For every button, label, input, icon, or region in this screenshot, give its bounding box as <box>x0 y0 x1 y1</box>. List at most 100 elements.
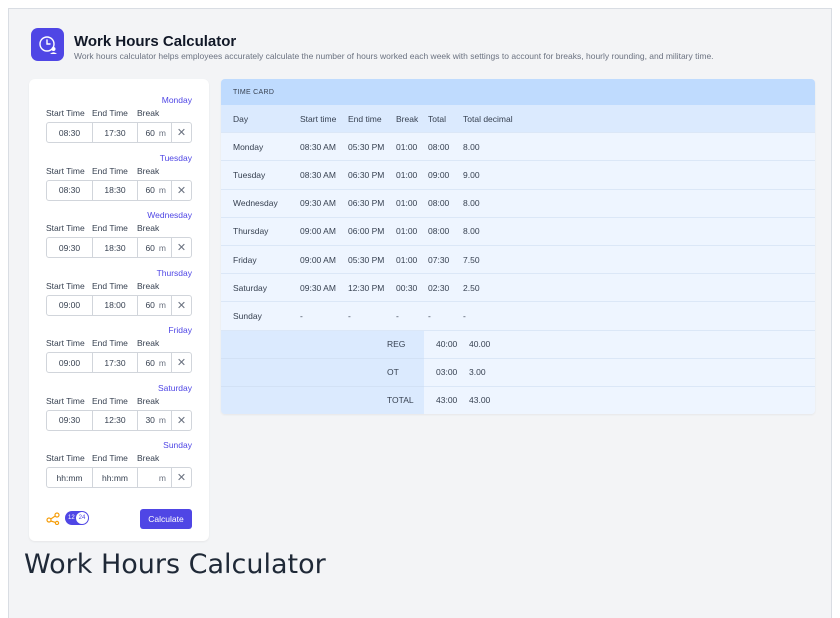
summary-label: TOTAL <box>387 395 414 406</box>
day-entry-thursday: Thursday Start Time End Time Break 09:00… <box>46 268 192 322</box>
app-area: Work Hours Calculator Work hours calcula… <box>9 9 831 549</box>
day-name: Saturday <box>157 382 192 393</box>
end-time-label: End Time <box>92 338 128 348</box>
day-entry-monday: Monday Start Time End Time Break 08:30 1… <box>46 95 192 149</box>
summary-decimal: 40.00 <box>469 339 491 350</box>
summary-label: REG <box>387 339 406 350</box>
end-time-label: End Time <box>92 223 128 233</box>
start-time-label: Start Time <box>46 338 85 348</box>
time-inputs: 09:30 12:30 30 m ✕ <box>46 409 192 431</box>
summary-row-ot: OT 03:00 3.00 <box>221 358 815 387</box>
end-time-label: End Time <box>92 395 128 406</box>
end-time-input[interactable]: hh:mm <box>93 468 138 487</box>
day-entry-tuesday: Tuesday Start Time End Time Break 08:30 … <box>46 153 192 207</box>
end-time-input[interactable]: 17:30 <box>93 123 138 142</box>
summary-decimal: 43.00 <box>469 395 491 406</box>
day-entry-friday: Friday Start Time End Time Break 09:00 1… <box>46 325 192 379</box>
day-name: Wednesday <box>147 210 192 220</box>
clear-icon[interactable]: ✕ <box>172 181 191 200</box>
day-name: Sunday <box>163 440 192 450</box>
break-label: Break <box>137 223 160 233</box>
start-time-label: Start Time <box>46 453 85 463</box>
day-entry-wednesday: Wednesday Start Time End Time Break 09:3… <box>46 210 192 264</box>
app-description: Work hours calculator helps employees ac… <box>74 51 714 61</box>
break-input[interactable]: 60 m <box>138 238 172 257</box>
table-row: Saturday 09:30 AM 12:30 PM 00:30 02:30 2… <box>221 274 815 303</box>
break-label: Break <box>137 108 160 118</box>
end-time-label: End Time <box>92 280 128 291</box>
toggle-12-label: 12 <box>68 515 75 521</box>
summary-decimal: 3.00 <box>469 367 486 378</box>
time-inputs: 09:00 17:30 60 m ✕ <box>46 352 192 373</box>
time-inputs: 09:30 18:30 60 m ✕ <box>46 237 192 258</box>
break-label: Break <box>137 395 160 406</box>
end-time-label: End Time <box>92 108 128 118</box>
table-row: Thursday 09:00 AM 06:00 PM 01:00 08:00 8… <box>221 218 815 246</box>
break-input[interactable]: 30 m <box>138 410 172 430</box>
day-entry-saturday: Saturday Start Time End Time Break 09:30… <box>46 383 192 437</box>
start-time-input[interactable]: 09:00 <box>47 353 93 372</box>
summary-hours: 03:00 <box>436 367 458 378</box>
day-name: Thursday <box>156 267 192 278</box>
start-time-input[interactable]: hh:mm <box>47 468 93 487</box>
end-time-label: End Time <box>92 165 128 176</box>
start-time-input[interactable]: 08:30 <box>47 180 93 200</box>
day-name: Monday <box>161 95 192 105</box>
break-label: Break <box>137 165 160 176</box>
summary-hours: 43:00 <box>436 395 458 406</box>
clear-icon[interactable]: ✕ <box>172 123 191 142</box>
time-inputs: 08:30 17:30 60 m ✕ <box>46 122 192 143</box>
end-time-input[interactable]: 18:00 <box>93 295 138 315</box>
table-row: Tuesday 08:30 AM 06:30 PM 01:00 09:00 9.… <box>221 161 815 190</box>
clear-icon[interactable]: ✕ <box>172 296 191 315</box>
table-row: Monday 08:30 AM 05:30 PM 01:00 08:00 8.0… <box>221 133 815 162</box>
day-name: Tuesday <box>159 152 192 163</box>
break-input[interactable]: 60 m <box>138 123 172 142</box>
app-header: Work Hours Calculator Work hours calcula… <box>31 28 811 68</box>
summary-hours: 40:00 <box>436 339 458 350</box>
break-label: Break <box>137 280 160 291</box>
summary-row-total: TOTAL 43:00 43.00 <box>221 386 815 414</box>
break-input[interactable]: m <box>138 468 172 487</box>
start-time-input[interactable]: 09:30 <box>47 410 93 430</box>
break-input[interactable]: 60 m <box>138 295 172 315</box>
share-icon[interactable] <box>46 511 60 525</box>
start-time-label: Start Time <box>46 280 85 291</box>
start-time-label: Start Time <box>46 165 85 176</box>
break-input[interactable]: 60 m <box>138 353 172 372</box>
toggle-24-label: 24 <box>76 512 88 524</box>
end-time-input[interactable]: 17:30 <box>93 353 138 372</box>
page-frame: Work Hours Calculator Work hours calcula… <box>8 8 832 618</box>
start-time-label: Start Time <box>46 223 85 233</box>
end-time-input[interactable]: 18:30 <box>93 238 138 257</box>
clear-icon[interactable]: ✕ <box>172 353 191 372</box>
table-row: Sunday - - - - - <box>221 302 815 331</box>
clear-icon[interactable]: ✕ <box>172 468 191 487</box>
end-time-input[interactable]: 18:30 <box>93 180 138 200</box>
app-title: Work Hours Calculator <box>74 33 237 50</box>
start-time-label: Start Time <box>46 108 85 118</box>
time-inputs: hh:mm hh:mm m ✕ <box>46 467 192 488</box>
clear-icon[interactable]: ✕ <box>172 411 191 430</box>
clear-icon[interactable]: ✕ <box>172 238 191 257</box>
summary-row-reg: REG 40:00 40.00 <box>221 330 815 359</box>
table-row: Wednesday 09:30 AM 06:30 PM 01:00 08:00 … <box>221 190 815 218</box>
clock-user-icon <box>31 28 64 61</box>
table-header: Day Start time End time Break Total Tota… <box>221 105 815 134</box>
day-name: Friday <box>168 325 192 335</box>
start-time-input[interactable]: 09:00 <box>47 295 93 315</box>
time-inputs: 09:00 18:00 60 m ✕ <box>46 294 192 316</box>
start-time-input[interactable]: 08:30 <box>47 123 93 142</box>
break-input[interactable]: 60 m <box>138 180 172 200</box>
end-time-input[interactable]: 12:30 <box>93 410 138 430</box>
start-time-input[interactable]: 09:30 <box>47 238 93 257</box>
calculate-button[interactable]: Calculate <box>140 509 192 529</box>
break-label: Break <box>137 453 160 463</box>
time-format-toggle[interactable]: 12 24 <box>65 511 89 525</box>
day-entry-sunday: Sunday Start Time End Time Break hh:mm h… <box>46 440 192 494</box>
table-row: Friday 09:00 AM 05:30 PM 01:00 07:30 7.5… <box>221 246 815 275</box>
time-card: TIME CARD Day Start time End time Break … <box>221 79 815 414</box>
break-label: Break <box>137 338 160 348</box>
end-time-label: End Time <box>92 453 128 463</box>
time-card-title: TIME CARD <box>221 79 815 105</box>
